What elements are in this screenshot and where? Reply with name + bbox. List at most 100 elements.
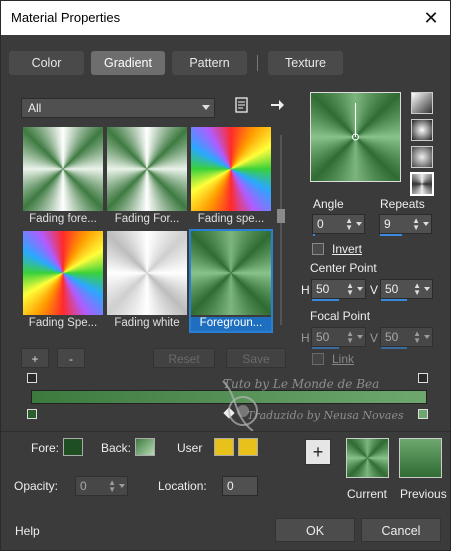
gradient-preview-image [107,127,187,211]
titlebar: Material Properties ✕ [1,1,450,35]
gradient-label: Fading white [114,317,180,329]
watermark-line2: Traduzido by Neusa Novaes [247,409,404,422]
gradient-thumb[interactable]: Fading fore... [23,127,103,227]
focal-v-level-bar [381,347,407,349]
invert-checkbox[interactable] [312,243,324,255]
gradient-thumb[interactable]: Fading white [107,231,187,331]
save-button[interactable]: Save [226,348,286,368]
spin-arrows-icon[interactable]: ▲ ▼ [413,330,421,345]
category-value: All [28,101,42,115]
angle-value: 0 [317,217,324,231]
gradient-thumb[interactable]: Fading For... [107,127,187,227]
gradient-preview[interactable] [310,92,401,182]
sunburst-style-icon[interactable] [411,146,433,168]
gradient-style-group [410,92,434,200]
previous-label: Previous [400,487,447,501]
chevron-down-icon[interactable] [357,335,363,339]
gradient-thumb[interactable]: Fading spe... [191,127,271,227]
tab-gradient[interactable]: Gradient [91,51,165,75]
tab-color[interactable]: Color [9,51,84,75]
location-field[interactable]: 0 [222,476,258,496]
color-stop-marker[interactable] [27,409,37,419]
tab-texture[interactable]: Texture [268,51,343,75]
link-checkbox[interactable] [312,353,324,365]
gradient-gallery: Fading fore... Fading For... Fading spe.… [21,125,273,337]
remove-gradient-button[interactable]: - [57,348,85,368]
close-icon[interactable]: ✕ [418,5,444,31]
user-swatch-alt[interactable] [238,438,258,456]
material-properties-dialog: Material Properties ✕ Color Gradient Pat… [0,0,451,551]
window-title: Material Properties [11,10,121,25]
focal-h-spinner[interactable]: 50 ▲ ▼ [311,327,366,349]
radial-style-icon[interactable] [410,172,434,196]
spin-arrows-icon[interactable]: ▲ ▼ [345,217,353,232]
center-v-level-bar [381,299,407,301]
category-dropdown[interactable]: All [21,98,215,118]
cancel-button[interactable]: Cancel [361,518,441,542]
chevron-down-icon[interactable] [423,222,429,226]
center-h-value: 50 [316,282,330,296]
fore-swatch[interactable] [63,438,83,456]
focal-v-spinner[interactable]: 50 ▲ ▼ [380,327,433,349]
fore-label: Fore: [31,441,60,455]
user-label: User [177,441,203,455]
scrollbar-thumb[interactable] [277,209,285,223]
new-document-icon[interactable] [233,97,251,115]
arrow-right-icon[interactable] [268,97,286,115]
center-h-spinner[interactable]: 50 ▲ ▼ [311,279,366,301]
opacity-value: 0 [80,479,87,493]
spin-arrows-icon[interactable]: ▲ ▼ [346,330,354,345]
tab-divider [257,55,258,71]
chevron-down-icon[interactable] [357,287,363,291]
opacity-label: Opacity: [14,479,59,493]
spin-arrows-icon[interactable]: ▲ ▼ [413,282,421,297]
repeats-value: 9 [384,217,391,231]
opacity-spinner[interactable]: 0 ▲ ▼ [75,476,128,496]
center-v-spinner[interactable]: 50 ▲ ▼ [380,279,433,301]
user-swatch[interactable] [214,438,234,456]
chevron-down-icon[interactable] [424,335,430,339]
chevron-down-icon [202,105,210,110]
back-swatch[interactable] [135,438,155,456]
watermark-line1: Tuto by Le Monde de Bea [223,377,380,391]
opacity-stop-marker[interactable] [27,373,37,383]
gradient-label: Fading Spe... [28,317,98,329]
angle-label: Angle [313,197,344,211]
gradient-label: Fading fore... [29,213,97,225]
ok-button[interactable]: OK [275,518,355,542]
current-swatch[interactable] [346,438,389,478]
spin-arrows-icon[interactable]: ▲ ▼ [108,479,116,494]
reset-button[interactable]: Reset [153,348,215,368]
add-to-swatches-button[interactable]: + [305,439,331,465]
gradient-label: Fading spe... [197,213,265,225]
center-v-value: 50 [385,282,399,296]
location-label: Location: [158,479,207,493]
scrollbar-track [280,135,282,325]
invert-label: Invert [332,242,363,256]
center-h-level-bar [312,299,339,301]
previous-swatch[interactable] [399,438,442,478]
spin-arrows-icon[interactable]: ▲ ▼ [346,282,354,297]
gradient-label: Fading For... [114,213,180,225]
chevron-down-icon[interactable] [424,287,430,291]
spin-arrows-icon[interactable]: ▲ ▼ [412,217,420,232]
gradient-thumb-selected[interactable]: Foregroun... [189,229,273,333]
chevron-down-icon[interactable] [356,222,362,226]
focal-h-label: H [301,331,310,345]
gradient-label: Foregroun... [191,317,271,331]
rectangular-style-icon[interactable] [411,119,433,141]
angle-spinner[interactable]: 0 ▲ ▼ [312,214,365,236]
focal-v-value: 50 [385,330,399,344]
gradient-thumb[interactable]: Fading Spe... [23,231,103,331]
linear-style-icon[interactable] [411,92,433,114]
gallery-scrollbar[interactable] [277,125,285,337]
tab-pattern[interactable]: Pattern [172,51,247,75]
repeats-spinner[interactable]: 9 ▲ ▼ [379,214,432,236]
center-point-label: Center Point [310,261,377,275]
divider [1,431,450,432]
help-link[interactable]: Help [15,524,40,538]
center-v-label: V [370,283,379,297]
chevron-down-icon[interactable] [119,484,125,488]
gradient-preview-image [107,231,187,315]
add-gradient-button[interactable]: + [21,348,49,368]
